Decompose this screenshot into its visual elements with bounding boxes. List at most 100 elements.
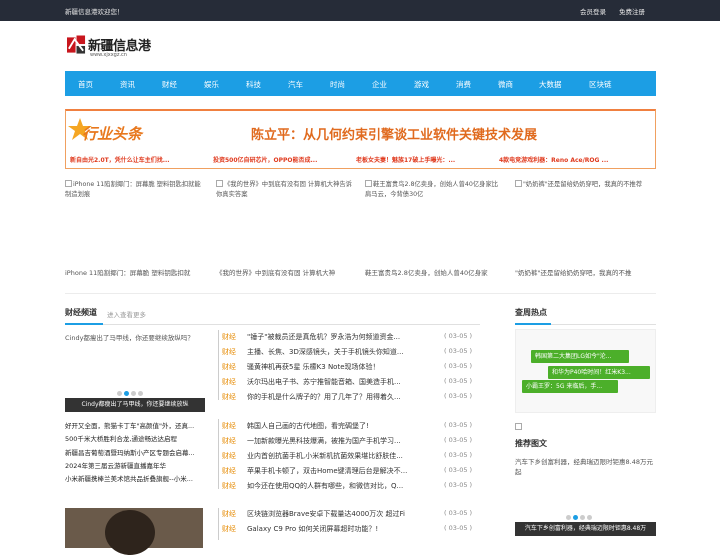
- news-row[interactable]: 财经 业内首创抗菌手机,小米新机抗菌效果堪比舒肤佳... ( 03-05 ): [222, 451, 472, 466]
- news-row[interactable]: 财经 韩国人自己画的古代地图，看完碉堡了! ( 03-05 ): [222, 421, 472, 436]
- banner-sub-3[interactable]: 老板女夫妻！魅族17破上手曝光：...: [356, 155, 455, 164]
- banner-headline[interactable]: 陈立平：从几何约束引擎谈工业软件关键技术发展: [251, 124, 537, 143]
- nav-item-news[interactable]: 资讯: [120, 79, 135, 90]
- photo-item[interactable]: "奶奶裤"还是留给奶奶穿吧，我真的不推荐: [515, 180, 653, 250]
- hot-tag[interactable]: 小霸王罗：5G 来临后，手...: [522, 380, 618, 393]
- nav-item-tech[interactable]: 科技: [246, 79, 261, 90]
- divider: [65, 293, 656, 294]
- news-row[interactable]: 财经 如今还在使用QQ的人群有哪些，和微信对比，Q... ( 03-05 ): [222, 481, 472, 496]
- top-bar: 新疆信息港欢迎您！ 会员登录 免费注册: [0, 0, 720, 21]
- hot-tag-cloud: 韩国第二大集团LG如今"沦... 和华为P40哈时间！红米K3... 小霸王罗：…: [515, 329, 656, 413]
- slide-dot[interactable]: [566, 515, 571, 520]
- slide-dot[interactable]: [587, 515, 592, 520]
- section-underline: [551, 324, 656, 325]
- news-date: ( 03-05 ): [444, 436, 473, 444]
- photo-caption[interactable]: "奶奶裤"还是留给奶奶穿吧，我真的不推: [515, 267, 655, 277]
- list-item[interactable]: 500千米大桥胜利合龙,通途畅达达启程: [65, 433, 215, 446]
- news-title[interactable]: 苹果手机卡顿了，双击Home键清理后台是解决不...: [247, 466, 427, 476]
- photo-caption[interactable]: 《我的世界》中到底有没有固 计算机大神: [216, 267, 356, 277]
- nav-item-blockchain[interactable]: 区块链: [589, 79, 612, 90]
- nav-item-games[interactable]: 游戏: [414, 79, 429, 90]
- banner-sub-2[interactable]: 投资500亿自研芯片，OPPO能否成...: [213, 155, 317, 164]
- slide-dot[interactable]: [131, 391, 136, 396]
- list-item[interactable]: 小米新疆携棒兰美术馆共品折叠旗舰--小米...: [65, 473, 215, 486]
- nav-item-enterprise[interactable]: 企业: [372, 79, 387, 90]
- person-photo[interactable]: [65, 508, 203, 555]
- news-date: ( 03-05 ): [444, 524, 473, 532]
- nav-item-fashion[interactable]: 时尚: [330, 79, 345, 90]
- photo-caption[interactable]: 鞋王富贵鸟2.8亿卖身，创始人曾40亿身家: [365, 267, 505, 277]
- news-row[interactable]: 财经 区块链浏览器Brave安卓下载量达4000万次 超过Fi ( 03-05 ): [222, 509, 472, 524]
- news-category[interactable]: 财经: [222, 421, 236, 431]
- nav-item-finance[interactable]: 财经: [162, 79, 177, 90]
- slide-caption[interactable]: Cindy都瘦出了马甲线，你还要继续放纵: [65, 398, 205, 412]
- news-date: ( 03-05 ): [444, 509, 473, 517]
- news-row[interactable]: 财经 主播、长焦、3D深感镜头，关于手机镜头你知道... ( 03-05 ): [222, 347, 472, 362]
- news-category[interactable]: 财经: [222, 509, 236, 519]
- news-category[interactable]: 财经: [222, 377, 236, 387]
- login-link[interactable]: 会员登录: [580, 6, 606, 16]
- news-title[interactable]: 主播、长焦、3D深感镜头，关于手机镜头你知道...: [247, 347, 427, 357]
- list-item[interactable]: 2024年第三届云游新疆直播嘉年华: [65, 460, 215, 473]
- news-category[interactable]: 财经: [222, 362, 236, 372]
- register-link[interactable]: 免费注册: [619, 6, 645, 16]
- news-category[interactable]: 财经: [222, 451, 236, 461]
- news-title[interactable]: 你的手机是什么牌子的？用了几年了？用得着久...: [247, 392, 427, 402]
- news-title[interactable]: 骚黄神机再获5星 乐檬K3 Note现场体验！: [247, 362, 427, 372]
- news-row[interactable]: 财经 "锤子"被裁员还是真危机？罗永浩为何频道资金... ( 03-05 ): [222, 332, 472, 347]
- news-category[interactable]: 财经: [222, 392, 236, 402]
- group-separator: [218, 419, 219, 489]
- industry-headline-badge: 行业头条: [68, 118, 144, 143]
- slide-dot[interactable]: [138, 391, 143, 396]
- logo-url: www.xjxxgz.cn: [90, 52, 127, 58]
- news-category[interactable]: 财经: [222, 481, 236, 491]
- nav-item-consumer[interactable]: 消费: [456, 79, 471, 90]
- photo-caption[interactable]: iPhone 11陷割揶门：屏幕脆 塑料钥匙扣就: [65, 267, 205, 277]
- list-item[interactable]: 好开又全面，熊猫卡丁车"高颜值"外，还真...: [65, 420, 215, 433]
- news-row[interactable]: 财经 Galaxy C9 Pro 如何关闭屏幕超时功能？! ( 03-05 ): [222, 524, 472, 539]
- news-title[interactable]: 如今还在使用QQ的人群有哪些，和微信对比，Q...: [247, 481, 427, 491]
- news-row[interactable]: 财经 沃尔玛出电子书、苏宁推智能音箱、国美造手机... ( 03-05 ): [222, 377, 472, 392]
- news-title[interactable]: 业内首创抗菌手机,小米新机抗菌效果堪比舒肤佳...: [247, 451, 427, 461]
- nav-item-entertainment[interactable]: 娱乐: [204, 79, 219, 90]
- list-item[interactable]: 新疆昌吉葡萄酒暨玛纳斯小产区专题会启幕...: [65, 447, 215, 460]
- finance-more-link[interactable]: 进入查看更多: [107, 309, 146, 319]
- hot-tag[interactable]: 韩国第二大集团LG如今"沦...: [531, 350, 629, 363]
- photo-item[interactable]: 鞋王富贵鸟2.8亿卖身，创始人曾40亿身家比肩马云，今背债30亿: [365, 180, 503, 250]
- news-category[interactable]: 财经: [222, 332, 236, 342]
- news-title[interactable]: 韩国人自己画的古代地图，看完碉堡了!: [247, 421, 427, 431]
- left-news-list: 好开又全面，熊猫卡丁车"高颜值"外，还真... 500千米大桥胜利合龙,通途畅达…: [65, 420, 215, 486]
- photo-item[interactable]: 《我的世界》中到底有没有固 计算机大神告诉你真实答案: [216, 180, 354, 250]
- broken-image-icon: [216, 180, 223, 187]
- site-logo[interactable]: 新疆信息港 www.xjxxgz.cn: [65, 33, 185, 61]
- news-title[interactable]: 区块链浏览器Brave安卓下载量达4000万次 超过Fi: [247, 509, 427, 519]
- section-underline: [103, 324, 480, 325]
- news-row[interactable]: 财经 骚黄神机再获5星 乐檬K3 Note现场体验！ ( 03-05 ): [222, 362, 472, 377]
- banner-sub-1[interactable]: 新自由光2.0T，凭什么让车主们找...: [70, 155, 170, 164]
- news-category[interactable]: 财经: [222, 347, 236, 357]
- nav-item-big-data[interactable]: 大数据: [539, 79, 562, 90]
- news-title[interactable]: 一加新款曝光黑科技爆满，被推为国产手机学习...: [247, 436, 427, 446]
- news-row[interactable]: 财经 一加新款曝光黑科技爆满，被推为国产手机学习... ( 03-05 ): [222, 436, 472, 451]
- nav-item-auto[interactable]: 汽车: [288, 79, 303, 90]
- photo-item[interactable]: iPhone 11陷割揶门：屏幕脆 塑料钥匙扣就能制造划痕: [65, 180, 203, 250]
- news-title[interactable]: 沃尔玛出电子书、苏宁推智能音箱、国美造手机...: [247, 377, 427, 387]
- slide-dot[interactable]: [117, 391, 122, 396]
- news-category[interactable]: 财经: [222, 436, 236, 446]
- news-category[interactable]: 财经: [222, 466, 236, 476]
- nav-item-wechat-business[interactable]: 微商: [498, 79, 513, 90]
- news-title[interactable]: Galaxy C9 Pro 如何关闭屏幕超时功能？!: [247, 524, 427, 534]
- news-category[interactable]: 财经: [222, 524, 236, 534]
- slide-dot[interactable]: [580, 515, 585, 520]
- hot-tag[interactable]: 和华为P40哈时间！红米K3...: [548, 366, 650, 379]
- badge-text: 行业头条: [82, 125, 144, 143]
- recommend-caption[interactable]: 汽车下乡创富利器，经典瑞迈限时钜惠8.48万: [515, 522, 656, 536]
- slide-dot[interactable]: [124, 391, 129, 396]
- nav-item-home[interactable]: 首页: [78, 79, 93, 90]
- photo-alt: iPhone 11陷割揶门：屏幕脆 塑料钥匙扣就能制造划痕: [65, 181, 201, 198]
- news-title[interactable]: "锤子"被裁员还是真危机？罗永浩为何频道资金...: [247, 332, 427, 342]
- slide-dot[interactable]: [573, 515, 578, 520]
- banner-sub-4[interactable]: 4款电竞游戏利器：Reno Ace/ROG ...: [499, 155, 608, 164]
- news-row[interactable]: 财经 你的手机是什么牌子的？用了几年了？用得着久... ( 03-05 ): [222, 392, 472, 407]
- news-row[interactable]: 财经 苹果手机卡顿了，双击Home键清理后台是解决不... ( 03-05 ): [222, 466, 472, 481]
